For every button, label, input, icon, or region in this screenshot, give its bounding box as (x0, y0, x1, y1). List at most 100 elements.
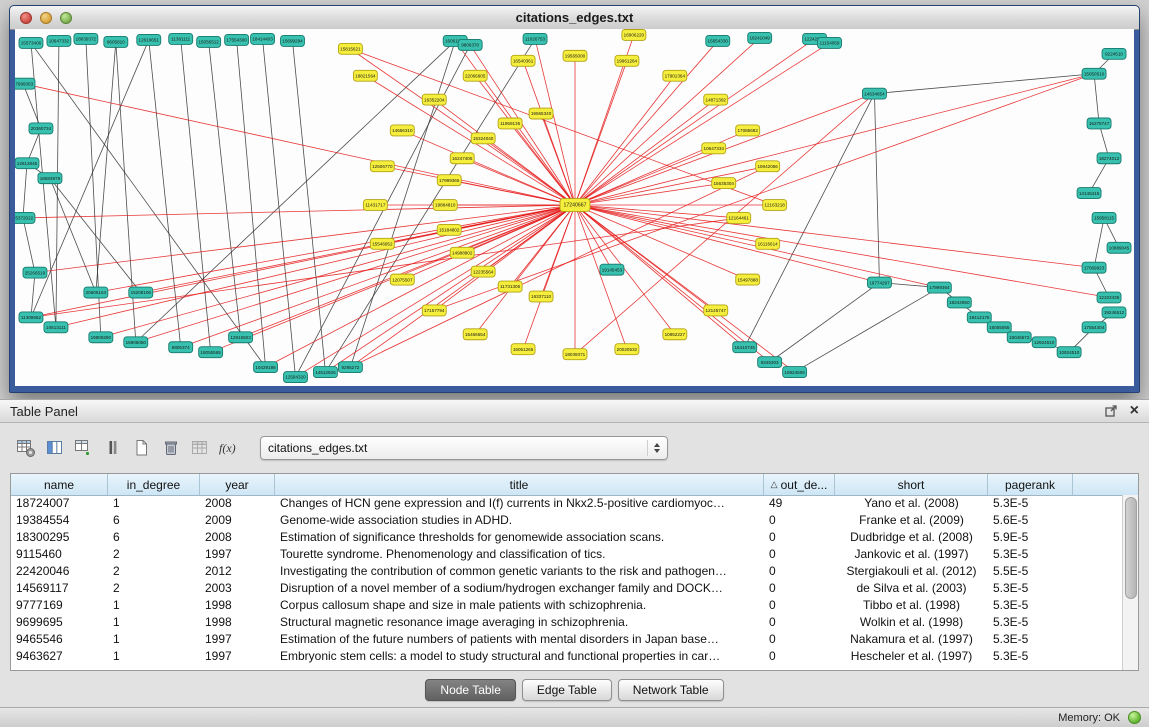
table-mode-icon[interactable] (12, 436, 39, 461)
network-node[interactable]: 10647332 (47, 35, 71, 46)
network-node[interactable]: 14634654 (862, 88, 886, 99)
table-row[interactable]: 1456911722003Disruption of a novel membe… (11, 580, 1123, 597)
network-node[interactable]: 15497888 (736, 274, 760, 285)
network-node[interactable]: 10924510 (1057, 347, 1081, 358)
network-node[interactable]: 14512926 (313, 367, 337, 378)
network-node[interactable]: 19412175 (967, 312, 991, 323)
new-file-icon[interactable] (128, 436, 155, 461)
column-header-out-degree[interactable]: △ out_de... (764, 474, 835, 495)
network-node[interactable]: 15942056 (756, 161, 780, 172)
row-selection-icon[interactable] (99, 436, 126, 461)
network-node[interactable]: 10613111 (44, 322, 68, 333)
table-row[interactable]: 946362711997Embryonic stem cells: a mode… (11, 648, 1123, 665)
network-node[interactable]: 18583979 (38, 173, 62, 184)
trash-icon[interactable] (157, 436, 184, 461)
column-header-pagerank[interactable]: pagerank (988, 474, 1073, 495)
network-node[interactable]: 12506770 (370, 161, 394, 172)
network-node[interactable]: 15573406 (19, 37, 43, 48)
network-canvas[interactable]: 1557340610647332180393729605810126106511… (15, 29, 1134, 386)
create-column-icon[interactable] (70, 436, 97, 461)
network-node[interactable]: 16774297 (867, 277, 891, 288)
network-node[interactable]: 18274012 (1097, 153, 1121, 164)
table-row[interactable]: 977716911998Corpus callosum shape and si… (11, 597, 1123, 614)
network-node[interactable]: 17999364 (927, 282, 951, 293)
network-node[interactable]: 15699294 (281, 35, 305, 46)
network-node[interactable]: 15815621 (338, 43, 362, 54)
table-row[interactable]: 2242004622012Investigating the contribut… (11, 563, 1123, 580)
table-row[interactable]: 911546021997Tourette syndrome. Phenomeno… (11, 546, 1123, 563)
network-node[interactable]: 15466554 (463, 329, 487, 340)
network-node[interactable]: 17999365 (437, 175, 461, 186)
network-node[interactable]: 19565340 (529, 108, 553, 119)
network-node[interactable]: 20360734 (29, 123, 53, 134)
column-header-in-degree[interactable]: in_degree (108, 474, 200, 495)
close-panel-icon[interactable]: × (1130, 404, 1139, 418)
network-node[interactable]: 15208106 (129, 287, 153, 298)
column-header-name[interactable]: name (11, 474, 108, 495)
network-node[interactable]: 18039371 (563, 349, 587, 360)
network-node[interactable]: 20020532 (615, 344, 639, 355)
network-node[interactable]: 9245303 (758, 357, 782, 368)
network-node[interactable]: 12924510 (1032, 337, 1056, 348)
network-node[interactable]: 19565000 (563, 50, 587, 61)
network-node[interactable]: 10647334 (702, 143, 726, 154)
network-node[interactable]: 14988802 (450, 247, 474, 258)
network-graph[interactable]: 1557340610647332180393729605810126106511… (15, 29, 1134, 386)
network-node[interactable]: 16352204 (422, 94, 446, 105)
network-node[interactable]: 10852227 (663, 329, 687, 340)
network-node[interactable]: 16924506 (783, 367, 807, 378)
network-node[interactable]: 11381111 (169, 33, 193, 44)
network-node[interactable]: 9806374 (169, 342, 193, 353)
network-node[interactable]: 16055065 (987, 322, 1011, 333)
network-node[interactable]: 10889045 (1107, 242, 1131, 253)
network-node[interactable]: 11309662 (19, 312, 43, 323)
column-header-title[interactable]: title (275, 474, 764, 495)
window-titlebar[interactable]: citations_edges.txt (10, 6, 1139, 30)
network-node[interactable]: 18055565 (199, 347, 223, 358)
network-node[interactable]: 18414403 (251, 33, 275, 44)
tab-node-table[interactable]: Node Table (425, 679, 516, 701)
network-node[interactable]: 16247406 (450, 153, 474, 164)
network-node[interactable]: 11154059 (818, 37, 842, 48)
network-node[interactable]: 14656310 (390, 125, 414, 136)
network-node[interactable]: 12075507 (390, 274, 414, 285)
network-node[interactable]: 18244950 (947, 297, 971, 308)
network-node[interactable]: 19046572 (1007, 332, 1031, 343)
network-hub-node[interactable]: 17240667 (560, 199, 590, 212)
network-node[interactable]: 15654330 (706, 35, 730, 46)
network-node[interactable]: 15324040 (471, 133, 495, 144)
network-node[interactable]: 11731306 (498, 281, 522, 292)
column-header-year[interactable]: year (200, 474, 275, 495)
network-node[interactable]: 19909290 (89, 332, 113, 343)
tab-network-table[interactable]: Network Table (618, 679, 724, 701)
network-node[interactable]: 12594320 (284, 372, 308, 383)
network-node[interactable]: 16410745 (733, 342, 757, 353)
minimize-button[interactable] (40, 12, 52, 24)
network-node[interactable]: 18821564 (353, 70, 377, 81)
scrollbar-thumb[interactable] (1125, 497, 1137, 599)
table-row[interactable]: 946554611997Estimation of the future num… (11, 631, 1123, 648)
network-node[interactable]: 14145415 (1077, 188, 1101, 199)
network-node[interactable]: 17069923 (1082, 262, 1106, 273)
network-node[interactable]: 16279747 (1087, 118, 1111, 129)
network-node[interactable]: 12612845 (15, 158, 39, 169)
network-node[interactable]: 10429198 (254, 362, 278, 373)
network-node[interactable]: 16116614 (756, 238, 780, 249)
network-node[interactable]: 15546952 (370, 238, 394, 249)
network-node[interactable]: 9295272 (338, 362, 362, 373)
network-node[interactable]: 9224510 (1102, 48, 1126, 59)
column-header-short[interactable]: short (835, 474, 988, 495)
network-node[interactable]: 14871302 (704, 94, 728, 105)
network-node[interactable]: 19145453 (600, 264, 624, 275)
network-node[interactable]: 15056512 (197, 36, 221, 47)
network-node[interactable]: 16061265 (511, 344, 535, 355)
table-row[interactable]: 1938455462009Genome-wide association stu… (11, 512, 1123, 529)
network-node[interactable]: 15635304 (712, 178, 736, 189)
network-node[interactable]: 17901364 (663, 70, 687, 81)
network-node[interactable]: 12610651 (137, 34, 161, 45)
network-node[interactable]: 15184802 (437, 224, 461, 235)
zoom-button[interactable] (60, 12, 72, 24)
table-panel-titlebar[interactable]: Table Panel × (0, 400, 1149, 423)
network-node[interactable]: 17999363 (15, 78, 35, 89)
network-node[interactable]: 19884810 (433, 200, 457, 211)
